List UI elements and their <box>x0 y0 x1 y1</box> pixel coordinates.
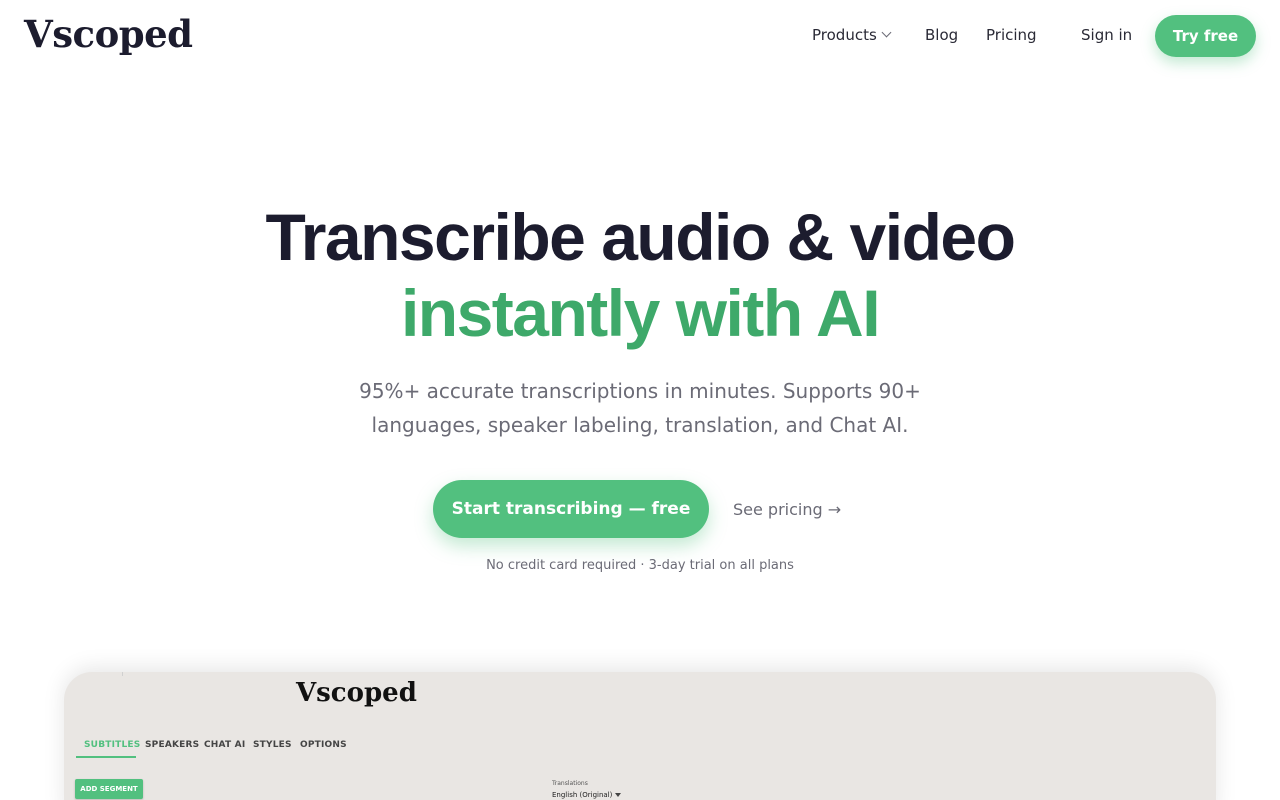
see-pricing-link[interactable]: See pricing → <box>733 500 841 519</box>
translations-select[interactable]: English (Original) <box>552 791 622 799</box>
trial-note: No credit card required · 3-day trial on… <box>486 558 794 573</box>
app-preview-screenshot: Vscoped SUBTITLES SPEAKERS CHAT AI STYLE… <box>64 672 1216 800</box>
translations-value: English (Original) <box>552 791 613 799</box>
sign-in-link[interactable]: Sign in <box>1081 26 1132 44</box>
preview-tab-styles[interactable]: STYLES <box>253 740 292 750</box>
preview-tab-chat-ai[interactable]: CHAT AI <box>204 740 245 750</box>
hero-title: Transcribe audio & video <box>265 200 1016 274</box>
nav-products-label: Products <box>812 26 877 44</box>
nav-products[interactable]: Products <box>812 26 892 44</box>
preview-logo: Vscoped <box>296 678 417 708</box>
dropdown-arrow-icon <box>615 793 622 797</box>
nav-pricing[interactable]: Pricing <box>986 26 1037 44</box>
translations-label: Translations <box>552 780 588 787</box>
nav-blog[interactable]: Blog <box>925 26 958 44</box>
chevron-down-icon <box>881 27 892 38</box>
preview-divider <box>122 672 123 676</box>
preview-tab-options[interactable]: OPTIONS <box>300 740 347 750</box>
preview-tab-speakers[interactable]: SPEAKERS <box>145 740 199 750</box>
top-nav: Vscoped Products Blog Pricing Sign in Tr… <box>0 0 1280 72</box>
hero-subtitle: 95%+ accurate transcriptions in minutes.… <box>359 379 921 437</box>
preview-tab-active-indicator <box>76 756 136 758</box>
try-free-button[interactable]: Try free <box>1155 15 1256 57</box>
start-transcribing-button[interactable]: Start transcribing — free <box>433 480 709 538</box>
hero-title-highlight: instantly with AI <box>400 276 881 350</box>
brand-logo[interactable]: Vscoped <box>24 12 193 56</box>
preview-tab-subtitles[interactable]: SUBTITLES <box>84 740 140 750</box>
add-segment-button[interactable]: ADD SEGMENT <box>75 779 143 799</box>
